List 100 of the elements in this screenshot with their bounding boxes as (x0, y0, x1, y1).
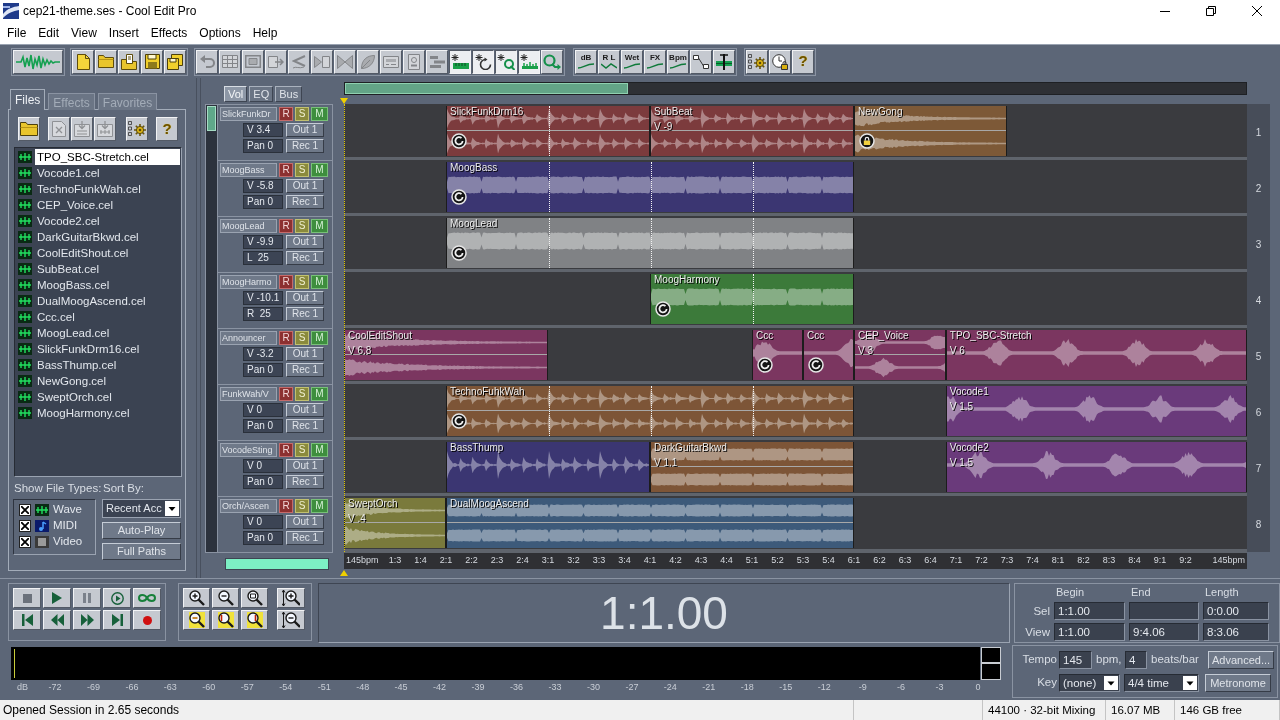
time-signature-dropdown[interactable]: 4/4 time (1124, 674, 1199, 692)
time-field[interactable]: 0:0.00 (1203, 602, 1269, 620)
time-field[interactable]: 9:4.06 (1129, 623, 1199, 641)
file-list-item[interactable]: MoogBass.cel (35, 277, 180, 293)
envelope-button[interactable]: Bpm (667, 49, 689, 74)
audio-clip[interactable]: CEP_Voice V 3 (854, 330, 946, 380)
key-dropdown[interactable]: (none) (1059, 674, 1120, 692)
file-list-item[interactable]: MoogHarmony.cel (35, 405, 180, 421)
menu-item[interactable]: Edit (32, 23, 66, 43)
mute-button[interactable]: M (311, 331, 328, 345)
snap-cue-button[interactable] (518, 49, 540, 74)
envelope-nodes-button[interactable] (690, 49, 712, 74)
scroll-thumb[interactable] (207, 106, 216, 131)
audio-clip[interactable]: SubBeat V -9 (650, 106, 854, 156)
open-append-button[interactable] (118, 49, 140, 74)
track-name-field[interactable]: FunkWah/V (220, 387, 277, 401)
audio-clip[interactable]: Vocode1 V 1.5 (945, 386, 1247, 436)
audio-clip[interactable]: SweptOrch V .4 (344, 498, 446, 548)
audio-clip[interactable]: NewGong (854, 106, 1007, 156)
pan-field[interactable]: Pan 0 (243, 531, 283, 545)
file-list-item[interactable]: CEP_Voice.cel (35, 197, 180, 213)
snap-ruler-button[interactable] (449, 49, 471, 74)
zoom-left-button[interactable] (212, 610, 239, 630)
record-arm-button[interactable]: R (279, 219, 293, 233)
pan-field[interactable]: Pan 0 (243, 419, 283, 433)
checkbox[interactable] (19, 504, 31, 516)
file-list-item[interactable]: BassThump.cel (35, 357, 180, 373)
vertical-zoom-in-button[interactable] (277, 588, 305, 608)
mute-button[interactable]: M (311, 163, 328, 177)
record-arm-button[interactable]: R (279, 107, 293, 121)
menu-item[interactable]: View (65, 23, 103, 43)
loop-arrow-button[interactable] (541, 49, 563, 74)
record-arm-button[interactable]: R (279, 275, 293, 289)
output-button[interactable]: Out 1 (286, 179, 324, 193)
pan-field[interactable]: L 25 (243, 251, 283, 265)
options-button[interactable] (126, 117, 148, 141)
record-input-button[interactable]: Rec 1 (286, 195, 324, 209)
envelope-button[interactable]: FX (644, 49, 666, 74)
rewind-button[interactable] (43, 610, 71, 630)
record-input-button[interactable]: Rec 1 (286, 475, 324, 489)
checkbox[interactable] (19, 520, 31, 532)
volume-field[interactable]: V 0 (243, 459, 283, 473)
volume-field[interactable]: V 0 (243, 515, 283, 529)
file-list-item[interactable]: SubBeat.cel (35, 261, 180, 277)
tab[interactable]: EQ (249, 86, 274, 102)
loop-button[interactable] (133, 588, 161, 608)
save-all-button[interactable] (164, 49, 186, 74)
output-button[interactable]: Out 1 (286, 459, 324, 473)
envelope-button[interactable]: dB (575, 49, 597, 74)
mute-button[interactable]: M (311, 443, 328, 457)
go-to-start-button[interactable] (13, 610, 41, 630)
menu-item[interactable]: Effects (144, 23, 194, 43)
file-list-item[interactable]: Vocode1.cel (35, 165, 180, 181)
menu-item[interactable]: Options (193, 23, 247, 43)
zoom-selection-button[interactable] (183, 610, 210, 630)
pan-field[interactable]: Pan 0 (243, 475, 283, 489)
solo-button[interactable]: S (295, 107, 309, 121)
snap-loop-button[interactable] (495, 49, 517, 74)
time-field[interactable]: 1:1.00 (1054, 602, 1125, 620)
tab[interactable]: Bus (275, 86, 303, 102)
solo-button[interactable]: S (295, 219, 309, 233)
track-name-field[interactable]: MoogBass (220, 163, 277, 177)
auto-play-button[interactable]: Auto-Play (102, 522, 181, 539)
mute-button[interactable]: M (311, 107, 328, 121)
tab[interactable]: Files (10, 89, 46, 110)
play-loop-button[interactable] (103, 588, 131, 608)
record-arm-button[interactable]: R (279, 499, 293, 513)
track-name-field[interactable]: MoogHarmo (220, 275, 277, 289)
audio-clip[interactable]: MoogBass (446, 162, 854, 212)
pan-field[interactable]: Pan 0 (243, 363, 283, 377)
file-list-item[interactable]: DualMoogAscend.cel (35, 293, 180, 309)
time-field[interactable] (1129, 602, 1199, 620)
audio-clip[interactable]: DualMoogAscend (446, 498, 854, 548)
mute-button[interactable]: M (311, 219, 328, 233)
file-list-item[interactable]: SlickFunkDrm16.cel (35, 341, 180, 357)
zoom-overview-bar[interactable] (344, 82, 1247, 95)
help-button[interactable]: ? (156, 117, 178, 141)
pan-field[interactable]: Pan 0 (243, 139, 283, 153)
new-file-button[interactable] (72, 49, 94, 74)
record-arm-button[interactable]: R (279, 331, 293, 345)
audio-clip[interactable]: TechnoFuhkWah (446, 386, 854, 436)
marker-button[interactable] (713, 49, 735, 74)
track-name-field[interactable]: SlickFunkDr (220, 107, 277, 121)
track-name-field[interactable]: Announcer (220, 331, 277, 345)
record-input-button[interactable]: Rec 1 (286, 307, 324, 321)
file-list-item[interactable]: Ccc.cel (35, 309, 180, 325)
volume-field[interactable]: V 3.4 (243, 123, 283, 137)
record-arm-button[interactable]: R (279, 163, 293, 177)
advanced-button[interactable]: Advanced... (1208, 651, 1274, 669)
snap-clip-button[interactable] (472, 49, 494, 74)
solo-button[interactable]: S (295, 275, 309, 289)
audio-clip[interactable]: MoogLead (446, 218, 854, 268)
mute-button[interactable]: M (311, 499, 328, 513)
horizontal-scroll-thumb[interactable] (225, 558, 329, 570)
zoom-full-button[interactable] (241, 588, 268, 608)
file-list-item[interactable]: Vocode2.cel (35, 213, 180, 229)
output-button[interactable]: Out 1 (286, 347, 324, 361)
audio-clip[interactable]: MoogHarmony (650, 274, 854, 324)
pan-field[interactable]: Pan 0 (243, 195, 283, 209)
file-list-item[interactable]: DarkGuitarBkwd.cel (35, 229, 180, 245)
